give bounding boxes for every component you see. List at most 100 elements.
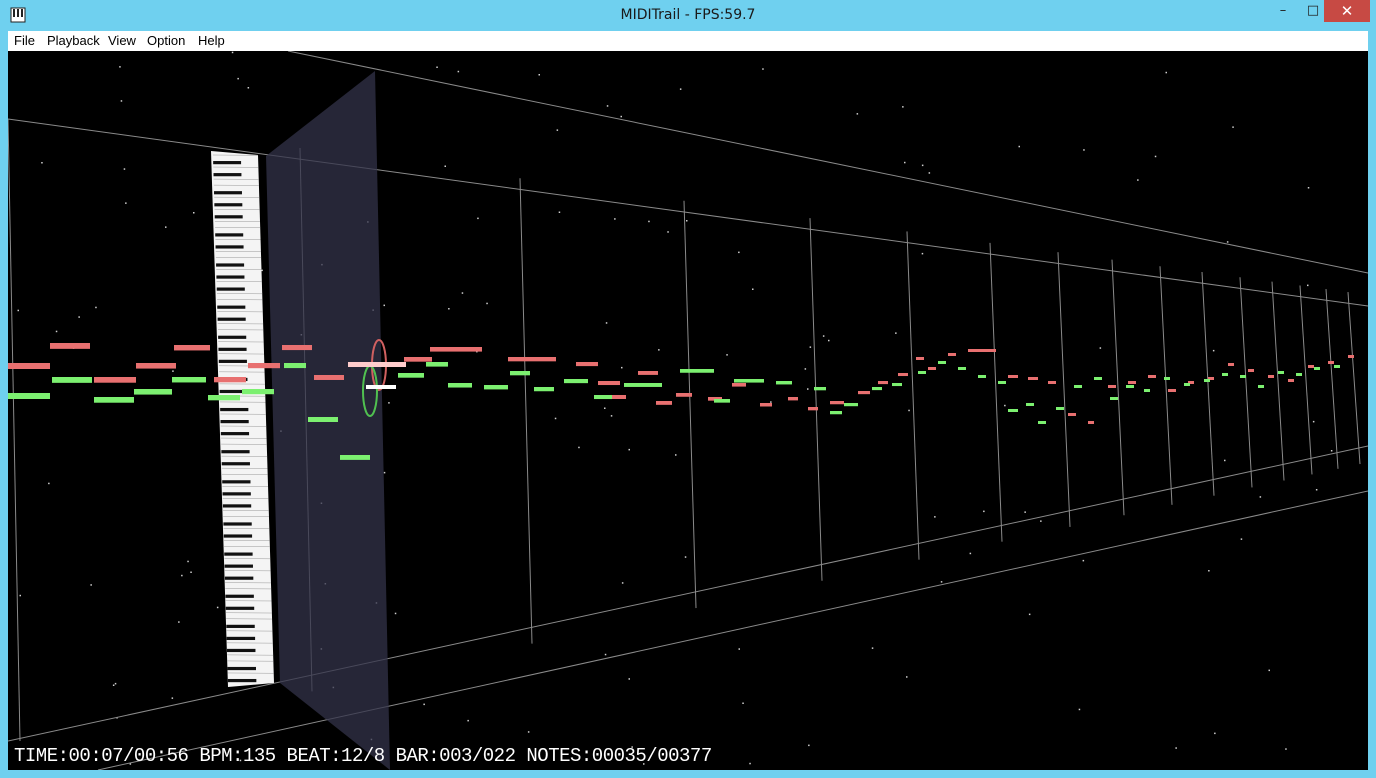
note-bar-green [484,385,508,390]
midi-trail-app-icon [10,7,26,23]
star [628,448,630,451]
star [1224,459,1226,462]
menu-view[interactable]: View [108,33,136,48]
midi-3d-viewport[interactable]: TIME:00:07/00:56 BPM:135 BEAT:12/8 BAR:0… [8,51,1368,770]
active-note-red [348,362,406,367]
star [675,454,677,456]
star [940,581,943,583]
close-button[interactable]: ✕ [1324,0,1370,22]
star [969,552,972,555]
star [621,582,624,584]
note-bar-green [958,367,966,370]
star [1226,241,1229,243]
black-key [220,432,250,436]
star [614,218,616,220]
star [123,168,126,170]
star [187,560,189,563]
black-key [227,666,256,671]
star [17,309,19,312]
black-key [216,263,245,267]
grid-left-edge [8,118,21,742]
star [48,482,50,485]
black-key [224,576,254,580]
black-key [214,215,243,219]
bar-line [683,200,697,609]
note-bar-green [1110,397,1118,400]
star [684,556,687,558]
note-bar-green [52,377,92,383]
note-bar-green [398,373,424,378]
note-bar-green [1008,409,1018,412]
note-bar-red [1028,377,1038,380]
black-key [222,480,251,484]
menu-playback[interactable]: Playback [47,33,100,48]
star [1214,732,1216,735]
note-bar-red [248,363,280,369]
star [921,252,924,255]
star [165,226,167,228]
note-bar-red [898,373,908,377]
note-bar-red [656,401,672,405]
bar-line [519,178,533,644]
star [1208,570,1210,572]
star [1330,450,1333,452]
star [558,211,561,213]
star [1137,179,1139,181]
note-bar-green [776,381,792,385]
note-bar-green [340,455,370,460]
star [1165,71,1167,74]
star [78,316,80,318]
star [119,66,121,68]
star [467,719,469,722]
note-bar-green [448,383,472,388]
star [726,354,728,356]
menu-bar: File Playback View Option Help [8,31,1368,51]
star [383,471,386,474]
status-readout: TIME:00:07/00:56 BPM:135 BEAT:12/8 BAR:0… [14,745,712,767]
star [448,308,450,310]
menu-option[interactable]: Option [147,33,185,48]
bar-line [1347,292,1361,465]
note-bar-red [136,363,176,369]
window-title: MIDITrail - FPS:59.7 [620,7,756,23]
star [486,302,488,305]
active-note-white [366,385,396,389]
star [1240,538,1243,540]
star [538,74,540,76]
star [605,322,608,324]
star [808,744,810,747]
star [902,106,904,108]
star [1099,347,1102,349]
note-bar-green [564,379,588,384]
star [762,68,764,70]
note-bar-green [1026,403,1034,406]
star [578,446,580,449]
note-bar-green [94,397,134,403]
note-bar-green [830,411,842,415]
menu-file[interactable]: File [14,33,35,48]
star [906,676,908,678]
star [1268,669,1270,672]
star [667,231,669,233]
bar-line [1201,271,1215,496]
note-bar-red [1008,375,1018,378]
star [171,697,174,699]
grid-bottom-front-line [8,445,1368,742]
star [610,415,613,417]
star [621,366,623,369]
note-bar-red [174,345,210,351]
black-key [218,347,247,351]
scene-canvas [8,51,1368,770]
star [112,684,115,686]
minimize-button[interactable]: – [1268,0,1298,22]
star [19,594,21,597]
star [1307,284,1309,287]
menu-help[interactable]: Help [198,33,225,48]
note-bar-green [714,399,730,403]
note-bar-green [1258,385,1264,388]
note-bar-green [1334,365,1340,368]
black-key [220,407,249,412]
note-bar-green [918,371,926,374]
note-bar-green [892,383,902,387]
star [261,269,263,272]
